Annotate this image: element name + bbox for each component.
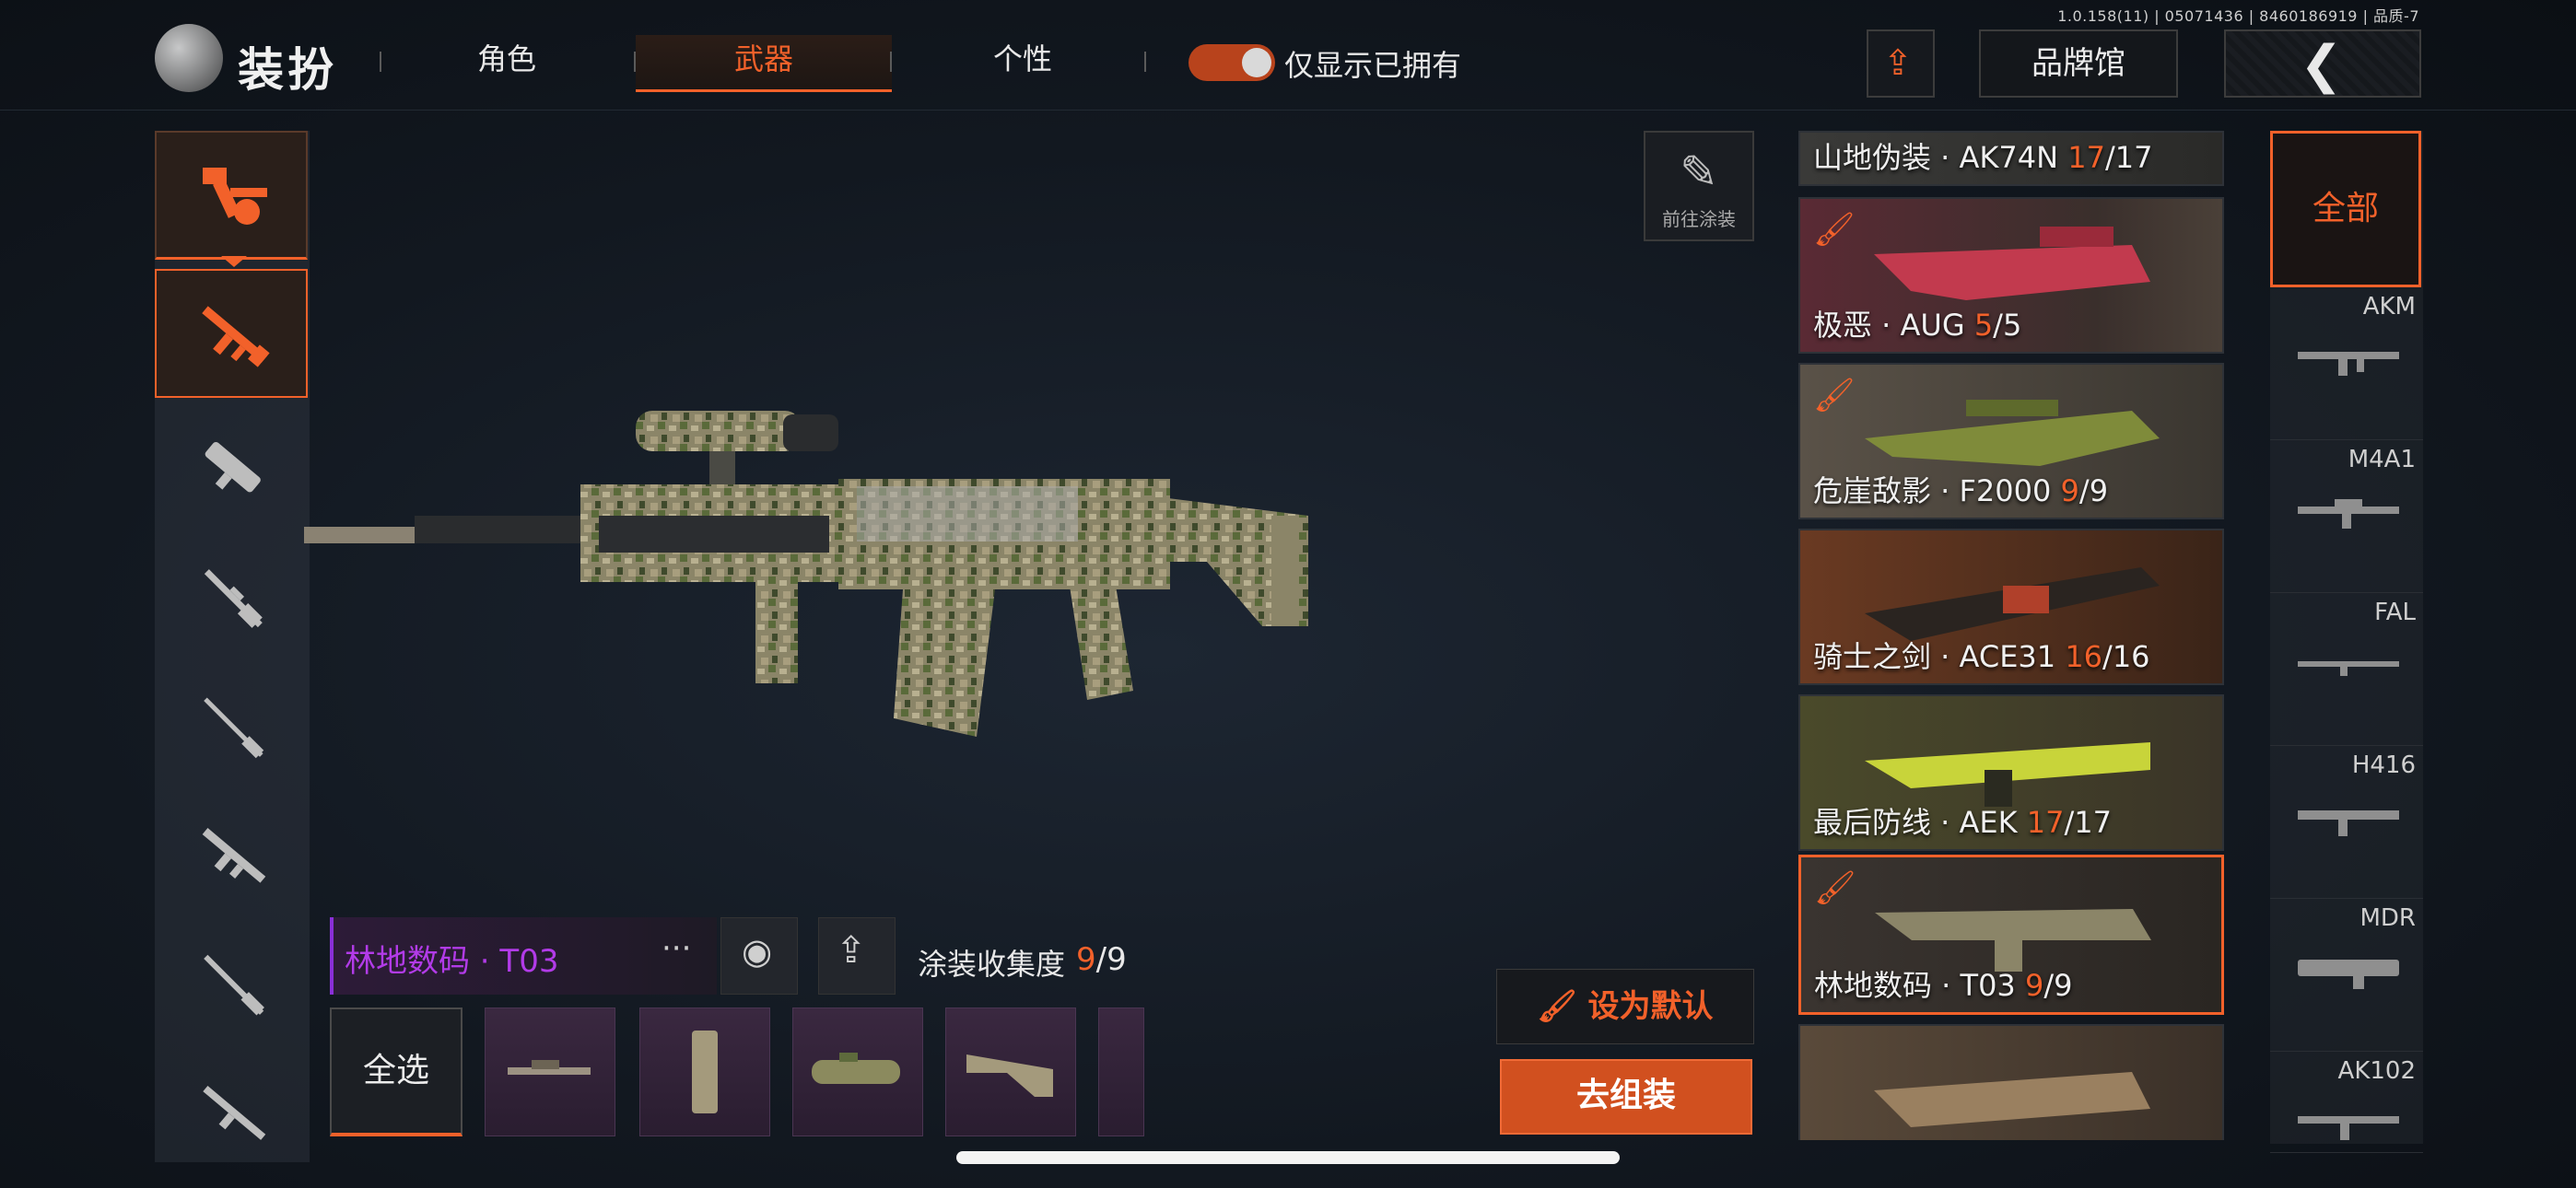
weapons-all-icon xyxy=(203,168,267,225)
part-slot-scope[interactable] xyxy=(485,1007,615,1136)
collection-value: 9/9 xyxy=(1076,941,1127,978)
weapon-filter-fal[interactable]: FAL xyxy=(2270,593,2423,746)
assault-rifle-icon xyxy=(202,306,270,367)
lmg-icon xyxy=(203,1086,266,1140)
shotgun-icon xyxy=(204,954,264,1016)
weapon-filter-m4a1[interactable]: M4A1 xyxy=(2270,440,2423,593)
go-paint-label: 前往涂装 xyxy=(1662,208,1736,230)
tab-character[interactable]: 角色 xyxy=(415,35,599,92)
part-slot-more[interactable] xyxy=(1098,1007,1144,1136)
category-assault-rifle[interactable] xyxy=(155,269,308,398)
sniper-rifle-icon xyxy=(204,697,264,759)
part-slot-grip[interactable] xyxy=(639,1007,770,1136)
owned-only-toggle[interactable] xyxy=(1188,44,1275,81)
fal-icon xyxy=(2298,661,2399,676)
category-smg[interactable] xyxy=(155,405,308,534)
skin-card[interactable]: 最后防线 · AEK 17/17 xyxy=(1798,694,2224,851)
select-all-button[interactable]: 全选 xyxy=(330,1007,463,1136)
category-sniper[interactable] xyxy=(155,663,308,792)
new-badge-icon: 🖌 xyxy=(1813,211,1856,249)
back-button[interactable]: ❮ xyxy=(2224,29,2421,98)
eye-icon: ◉ xyxy=(742,931,773,972)
new-badge-icon: 🖌 xyxy=(1814,869,1856,907)
brand-hall-button[interactable]: 品牌馆 xyxy=(1979,29,2178,98)
skin-card-selected[interactable]: 🖌 林地数码 · T03 9/9 xyxy=(1798,855,2224,1015)
current-skin-name: 林地数码 · T03 xyxy=(345,943,559,980)
filter-all-button[interactable]: 全部 xyxy=(2270,131,2421,287)
skin-card[interactable]: 🖌 极恶 · AUG 5/5 xyxy=(1798,197,2224,354)
tab-separator xyxy=(1144,52,1146,72)
share-icon: ⇪ xyxy=(1883,42,1913,83)
skin-preview xyxy=(1874,1072,2150,1127)
skin-card[interactable]: 🖌 危崖敌影 · F2000 9/9 xyxy=(1798,363,2224,519)
toggle-knob xyxy=(1242,48,1271,77)
category-all-weapons[interactable] xyxy=(155,131,308,260)
skin-card-label: 危崖敌影 · F2000 9/9 xyxy=(1813,473,2109,508)
skin-card-label: 林地数码 · T03 9/9 xyxy=(1814,968,2073,1003)
weapon-filter-h416[interactable]: H416 xyxy=(2270,746,2423,899)
spray-gun-icon: ✎ xyxy=(1680,146,1718,199)
category-marksman[interactable] xyxy=(155,534,308,663)
marksman-rifle-icon xyxy=(204,569,263,628)
tab-weapon[interactable]: 武器 xyxy=(636,35,892,92)
category-pointer xyxy=(221,256,247,267)
stock-icon xyxy=(966,1054,1053,1097)
share-button[interactable]: ⇪ xyxy=(1867,29,1935,98)
home-indicator[interactable] xyxy=(956,1151,1620,1164)
go-paint-button[interactable]: ✎ 前往涂装 xyxy=(1644,131,1754,241)
owned-only-label: 仅显示已拥有 xyxy=(1284,48,1462,83)
new-badge-icon: 🖌 xyxy=(1813,377,1856,414)
skin-card-label: 山地伪装 · AK74N 17/17 xyxy=(1813,140,2153,175)
weapon-filter-akm[interactable]: AKM xyxy=(2270,287,2423,440)
page-title: 装扮 xyxy=(238,43,337,97)
more-options-button[interactable]: ··· xyxy=(662,930,691,967)
tab-personality[interactable]: 个性 xyxy=(931,35,1115,92)
skin-list: 山地伪装 · AK74N 17/17 🖌 极恶 · AUG 5/5 🖌 危崖敌影… xyxy=(1798,131,2224,1140)
preview-toggle-button[interactable]: ◉ xyxy=(720,917,798,995)
skin-card-label: 极恶 · AUG 5/5 xyxy=(1813,308,2022,343)
skin-card[interactable] xyxy=(1798,1024,2224,1140)
share-icon: ⇪ xyxy=(836,929,867,972)
grip-icon xyxy=(692,1031,718,1113)
skin-card[interactable]: 山地伪装 · AK74N 17/17 xyxy=(1798,131,2224,186)
skin-card[interactable]: 骑士之剑 · ACE31 16/16 xyxy=(1798,529,2224,685)
sight-icon xyxy=(812,1053,900,1084)
part-slot-sight[interactable] xyxy=(792,1007,923,1136)
spray-icon: 🖌 xyxy=(1537,988,1588,1025)
weapon-filter-mdr[interactable]: MDR xyxy=(2270,899,2423,1052)
category-shotgun[interactable] xyxy=(155,921,308,1050)
h416-icon xyxy=(2298,810,2399,836)
collection-label: 涂装收集度 xyxy=(918,947,1066,982)
ak102-icon xyxy=(2298,1116,2399,1140)
akm-icon xyxy=(2298,352,2399,376)
scope-icon xyxy=(508,1060,591,1075)
globe-logo-icon xyxy=(155,24,223,92)
chevron-left-icon: ❮ xyxy=(2300,35,2343,95)
share-skin-button[interactable]: ⇪ xyxy=(818,917,896,995)
skin-card-label: 骑士之剑 · ACE31 16/16 xyxy=(1813,639,2150,674)
tab-separator xyxy=(380,52,381,72)
category-rifle[interactable] xyxy=(155,792,308,921)
part-slot-stock[interactable] xyxy=(945,1007,1076,1136)
set-default-button[interactable]: 🖌 设为默认 xyxy=(1496,969,1754,1044)
category-lmg[interactable] xyxy=(155,1050,308,1151)
tab-separator xyxy=(890,52,892,72)
rifle-icon xyxy=(202,828,266,883)
mdr-icon xyxy=(2298,960,2399,989)
weapon-filter-ak102[interactable]: AK102 xyxy=(2270,1052,2423,1153)
weapon-preview-image xyxy=(304,411,1308,737)
skin-card-label: 最后防线 · AEK 17/17 xyxy=(1813,805,2113,840)
go-assemble-button[interactable]: 去组装 xyxy=(1500,1059,1752,1135)
m4a1-icon xyxy=(2298,499,2399,529)
smg-icon xyxy=(205,441,261,493)
